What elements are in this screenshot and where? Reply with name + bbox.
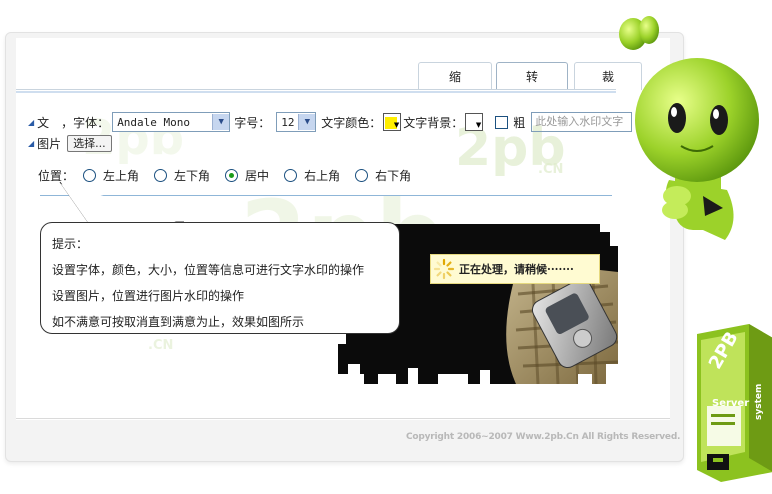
font-select[interactable]: Andale Mono ▼: [112, 112, 231, 132]
radio-top-right[interactable]: [284, 168, 298, 182]
tab-rotate-label: 转: [525, 70, 538, 84]
size-label: 字号：: [234, 115, 271, 130]
pixel-block: [480, 370, 490, 384]
bullet-arrow-icon: ◢: [28, 138, 35, 148]
watermark-small: .CN: [538, 162, 564, 177]
radio-bottom-right-label: 右下角: [375, 168, 412, 183]
chevron-down-icon[interactable]: ▼: [212, 114, 230, 130]
pixel-block: [338, 334, 346, 344]
pixel-block: [578, 374, 592, 384]
pixel-block: [408, 368, 418, 384]
bubble-tail: [59, 181, 184, 224]
tip-title: 提示：: [52, 237, 89, 251]
tip-line: 如不满意可按取消直到满意为止，效果如图所示: [52, 315, 305, 329]
tab-bar-underline: [16, 91, 616, 93]
radio-bottom-right[interactable]: [355, 168, 369, 182]
footer-divider: [16, 418, 670, 419]
radio-center[interactable]: [225, 168, 239, 182]
size-select[interactable]: 12 ▼: [276, 112, 317, 132]
image-watermark-row: ◢ 图片 选择...: [28, 134, 112, 152]
bold-checkbox[interactable]: [495, 115, 509, 129]
processing-text: 正在处理，请稍候·······: [459, 263, 574, 276]
bold-label: 粗: [513, 115, 526, 130]
watermark-text-placeholder: 此处输入水印文字: [535, 115, 624, 128]
server-side-label: system: [754, 383, 764, 420]
pixel-block: [378, 374, 396, 384]
pixel-block: [438, 374, 468, 384]
watermark-small: .CN: [148, 338, 174, 353]
tip-line: 设置图片，位置进行图片水印的操作: [52, 289, 245, 303]
tab-resize[interactable]: 缩: [418, 62, 492, 90]
chevron-down-icon: ▼: [393, 121, 400, 129]
copyright-text: Copyright 2006~2007 Www.2pb.Cn All Right…: [406, 432, 681, 442]
spinner-icon: [433, 258, 455, 280]
text-color-picker[interactable]: ▼: [383, 113, 402, 131]
pixel-block: [348, 364, 360, 374]
tab-bar: 缩 转 裁: [418, 62, 642, 90]
tab-rotate[interactable]: 转: [496, 62, 568, 90]
chevron-down-icon[interactable]: ▼: [298, 114, 316, 130]
text-color-label: 文字颜色：: [321, 115, 382, 130]
text-bg-picker[interactable]: ▼: [465, 113, 484, 131]
server-label: Server: [712, 398, 750, 409]
image-label: 图片: [37, 136, 62, 151]
font-select-value: Andale Mono: [117, 115, 191, 129]
font-label: ，字体：: [61, 115, 110, 130]
processing-indicator: 正在处理，请稍候·······: [430, 254, 600, 284]
mascot-logo: [619, 16, 759, 240]
choose-image-button[interactable]: 选择...: [67, 134, 112, 152]
radio-center-label: 居中: [245, 168, 270, 183]
size-select-value: 12: [281, 115, 295, 129]
tip-bubble: 提示： 设置字体，颜色，大小，位置等信息可进行文字水印的操作 设置图片，位置进行…: [40, 222, 400, 334]
chevron-down-icon: ▼: [475, 121, 482, 129]
text-watermark-row: ◢ 文 ，字体： Andale Mono ▼ 字号： 12 ▼ 文字颜色： ▼ …: [28, 111, 633, 133]
tab-resize-label: 缩: [448, 70, 461, 84]
tab-bar-divider: [16, 89, 616, 90]
text-label: 文: [37, 115, 50, 130]
tip-line: 设置字体，颜色，大小，位置等信息可进行文字水印的操作: [52, 263, 365, 277]
watermark-logo: .CN: [538, 162, 563, 177]
watermark-logo: .CN: [148, 338, 173, 353]
text-bg-label: 文字背景：: [403, 115, 464, 130]
pixel-block: [338, 374, 364, 384]
bullet-arrow-icon: ◢: [28, 117, 35, 127]
pixel-block: [606, 364, 618, 384]
tab-crop-label: 裁: [601, 70, 614, 84]
radio-top-right-label: 右上角: [304, 168, 341, 183]
